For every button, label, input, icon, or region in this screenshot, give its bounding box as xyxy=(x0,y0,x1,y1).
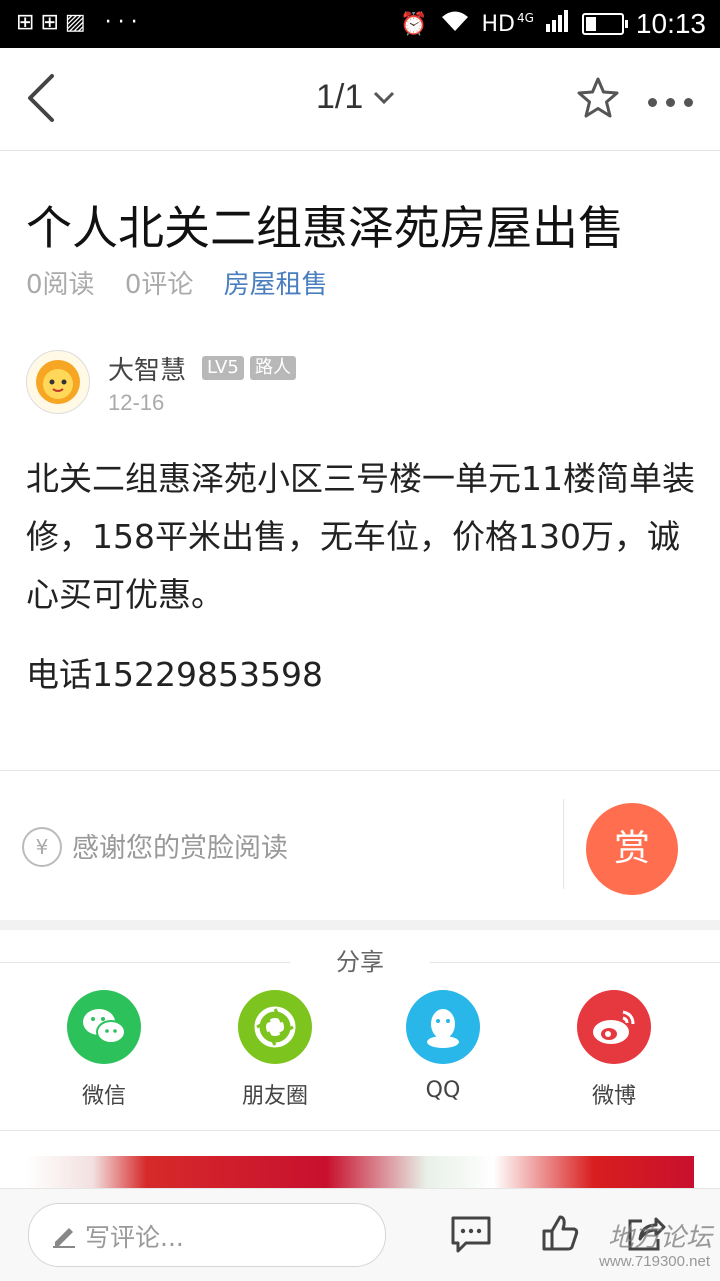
share-qq[interactable]: QQ xyxy=(393,990,493,1103)
top-nav-bar: 1/1 xyxy=(0,48,720,151)
more-notifications-icon: ··· xyxy=(104,10,144,35)
category-link[interactable]: 房屋租售 xyxy=(224,270,328,300)
battery-icon xyxy=(581,13,628,35)
watermark-logo: 地方论坛 xyxy=(607,1223,712,1252)
sim-icon: ⊞ xyxy=(16,10,41,35)
comment-count: 0评论 xyxy=(124,270,194,300)
notification-icons: ⊞⊞▨ ··· xyxy=(16,10,144,35)
level-badge: LV5 xyxy=(202,356,244,380)
role-badge: 路人 xyxy=(250,356,296,380)
page-indicator-label: 1/1 xyxy=(316,78,364,116)
reward-button[interactable]: 赏 xyxy=(586,803,678,895)
chevron-down-icon xyxy=(374,91,395,104)
post-body: 北关二组惠泽苑小区三号楼一单元11楼简单装修，158平米出售，无车位，价格130… xyxy=(26,459,695,614)
alarm-icon: ⏰ xyxy=(400,11,428,37)
status-bar: ⊞⊞▨ ··· ⏰ HD 4G 10:13 xyxy=(0,0,720,48)
qq-icon xyxy=(406,990,480,1064)
post-title: 个人北关二组惠泽苑房屋出售 xyxy=(26,201,624,255)
yen-icon: ¥ xyxy=(22,827,62,867)
share-weibo[interactable]: 微博 xyxy=(564,990,664,1110)
network-label: HD xyxy=(481,11,515,37)
page-indicator[interactable]: 1/1 xyxy=(316,78,395,117)
share-label: 微博 xyxy=(591,1084,636,1109)
avatar[interactable] xyxy=(26,350,90,414)
more-options-icon[interactable] xyxy=(648,92,702,111)
share-label: 朋友圈 xyxy=(241,1084,308,1109)
read-count: 0阅读 xyxy=(26,270,95,300)
sim-icon: ⊞ xyxy=(40,10,65,35)
post-meta: 0阅读 0评论 房屋租售 xyxy=(26,264,350,301)
share-label: QQ xyxy=(425,1078,461,1103)
share-wechat[interactable]: 微信 xyxy=(54,990,154,1110)
back-arrow-icon[interactable] xyxy=(22,72,74,124)
share-section: 分享 微信 朋友圈 QQ 微博 xyxy=(0,930,720,1130)
comment-placeholder: 写评论... xyxy=(85,1223,184,1252)
comment-input[interactable]: 写评论... xyxy=(28,1203,386,1267)
gallery-icon: ▨ xyxy=(64,10,92,35)
weibo-icon xyxy=(577,990,651,1064)
battery-level xyxy=(585,17,597,31)
wifi-icon xyxy=(440,9,470,39)
comments-icon[interactable] xyxy=(450,1215,492,1255)
bottom-bar: 写评论... 地方论坛 www.719300.net xyxy=(0,1188,720,1281)
section-separator xyxy=(0,920,720,930)
favorite-star-icon[interactable] xyxy=(576,76,620,120)
author-name[interactable]: 大智慧 xyxy=(108,350,186,387)
signal-icon xyxy=(545,10,570,38)
clock: 10:13 xyxy=(635,8,706,39)
pencil-icon xyxy=(53,1228,75,1248)
lion-avatar-icon xyxy=(36,360,80,404)
share-title: 分享 xyxy=(336,948,384,976)
network-type: 4G xyxy=(516,11,534,25)
watermark-url: www.719300.net xyxy=(599,1253,710,1270)
post-date: 12-16 xyxy=(108,390,165,415)
status-right: ⏰ HD 4G 10:13 xyxy=(400,6,706,42)
moments-icon xyxy=(238,990,312,1064)
ad-banner[interactable] xyxy=(26,1156,694,1192)
post-phone: 电话15229853598 xyxy=(26,655,323,694)
share-moments[interactable]: 朋友圈 xyxy=(225,990,325,1110)
like-icon[interactable] xyxy=(540,1213,580,1253)
reward-section: ¥ 感谢您的赏脸阅读 赏 xyxy=(0,770,720,921)
author-info: 大智慧 LV5 路人 12-16 xyxy=(26,348,706,418)
divider xyxy=(563,799,564,889)
divider xyxy=(0,1130,720,1131)
share-label: 微信 xyxy=(81,1084,126,1109)
reward-text: 感谢您的赏脸阅读 xyxy=(72,833,288,864)
wechat-icon xyxy=(67,990,141,1064)
